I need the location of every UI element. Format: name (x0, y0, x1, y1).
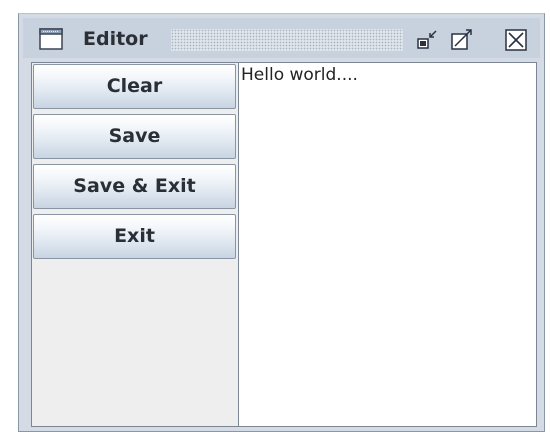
window-body: Editor Clear Save Save & Exit Exit Hello… (23, 18, 540, 427)
minimize-icon[interactable] (415, 28, 441, 52)
close-icon[interactable] (503, 28, 529, 52)
save-and-exit-button[interactable]: Save & Exit (33, 164, 236, 209)
maximize-icon[interactable] (449, 28, 475, 52)
window-icon (39, 28, 63, 50)
save-button[interactable]: Save (33, 114, 236, 159)
window-title: Editor (83, 28, 148, 50)
title-bar-texture (171, 29, 403, 51)
title-bar[interactable]: Editor (23, 18, 540, 58)
button-panel: Clear Save Save & Exit Exit (32, 63, 238, 426)
editor-window: Editor Clear Save Save & Exit Exit Hello… (18, 13, 545, 432)
editor-text: Hello world.... (241, 65, 358, 85)
exit-button[interactable]: Exit (33, 214, 236, 259)
text-editor[interactable]: Hello world.... (238, 63, 536, 426)
clear-button[interactable]: Clear (33, 64, 236, 109)
content-area: Clear Save Save & Exit Exit Hello world.… (31, 62, 537, 427)
